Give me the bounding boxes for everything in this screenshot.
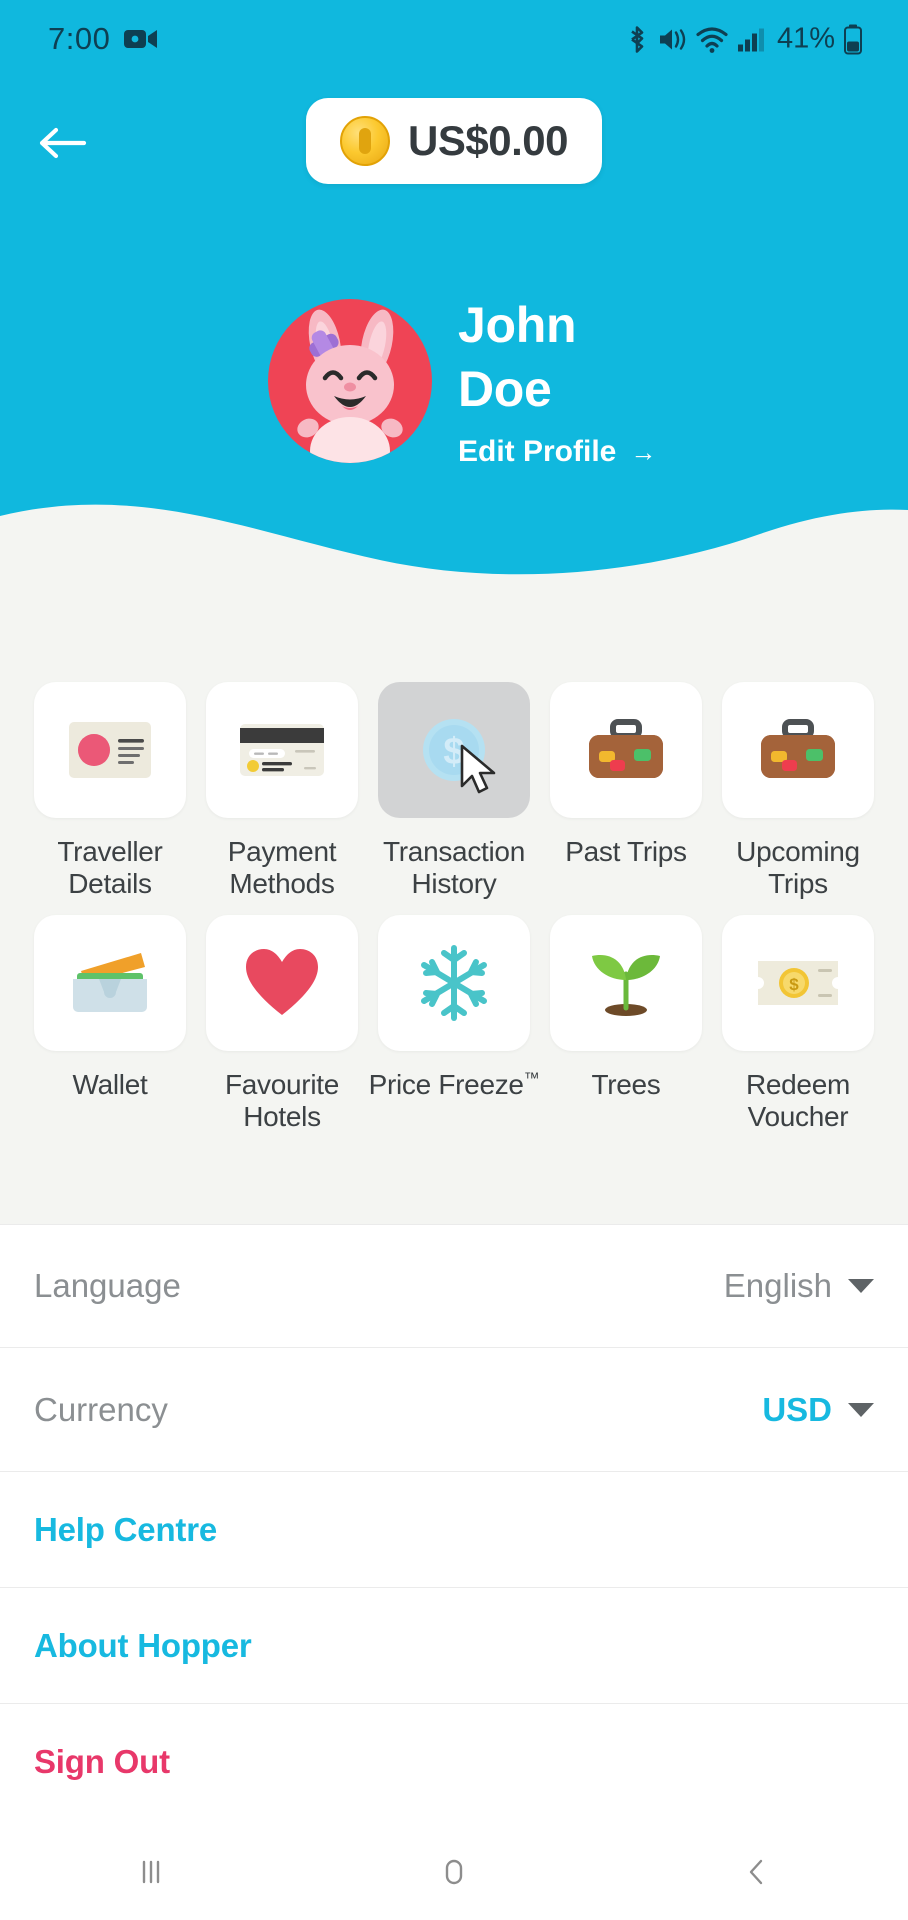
tile-label: Traveller Details [57,836,163,899]
tile-label: Wallet [72,1069,148,1101]
language-value: English [723,1267,832,1304]
video-camera-icon [124,30,158,48]
tile-price-freeze[interactable]: Price Freeze™ [368,915,540,1132]
arrow-right-icon: → [630,437,657,467]
balance-amount: US$0.00 [408,117,568,164]
tile-traveller-details[interactable]: Traveller Details [24,682,196,899]
tile-transaction-history[interactable]: $ Transaction History [368,682,540,899]
profile-header: John Doe Edit Profile → [0,266,908,496]
profile-last-name: Doe [458,361,552,417]
profile-name: John Doe [458,293,648,421]
id-card-icon [69,722,151,778]
link-label: Sign Out [34,1743,170,1780]
voucher-icon: $ [758,961,838,1006]
tile-icon-box [206,915,358,1052]
language-label: Language [34,1267,181,1304]
settings-list: Language English Currency USD Help Centr… [0,1224,908,1820]
settings-row-language[interactable]: Language English [0,1224,908,1348]
currency-label: Currency [34,1390,168,1428]
nav-back-button[interactable] [605,1824,908,1920]
status-bar: 7:00 41% [0,0,908,78]
tile-label: Price Freeze™ [369,1069,540,1101]
tile-label: Transaction History [383,836,525,899]
tile-icon-box [378,915,530,1052]
heart-icon [246,949,318,1016]
tile-trees[interactable]: Trees [540,915,712,1132]
tile-favourite-hotels[interactable]: Favourite Hotels [196,915,368,1132]
profile-first-name: John [458,297,577,353]
profile-info: John Doe Edit Profile → [458,293,656,469]
link-sign-out[interactable]: Sign Out [0,1704,908,1820]
back-chevron-icon [749,1859,762,1885]
bunny-avatar [297,309,403,463]
status-bar-right: 41% [626,23,862,56]
tile-label-text: Price Freeze [368,1069,524,1101]
edit-profile-label: Edit Profile [458,435,617,468]
status-bar-left: 7:00 [48,21,158,57]
currency-value: USD [762,1390,832,1428]
tile-payment-methods[interactable]: Payment Methods [196,682,368,899]
bluetooth-icon [631,25,644,53]
battery-percent: 41% [776,22,835,55]
suitcase-icon [761,719,835,778]
wifi-icon [696,26,728,53]
link-help-centre[interactable]: Help Centre [0,1472,908,1588]
signal-icon [737,28,764,51]
tile-label: Redeem Voucher [745,1069,851,1132]
balance-pill[interactable]: US$0.00 [306,98,602,184]
android-nav-bar [0,1824,908,1920]
home-icon [445,1859,463,1885]
link-label: About Hopper [34,1626,252,1664]
chevron-down-icon [848,1279,874,1293]
credit-card-icon [240,724,324,776]
tile-icon-box [550,682,702,818]
mouse-cursor-icon [460,744,496,794]
seedling-icon [592,955,660,1017]
tile-redeem-voucher[interactable]: $ Redeem Voucher [712,915,884,1132]
battery-icon [844,24,862,54]
tile-label: Upcoming Trips [736,836,860,899]
app-top-bar: US$0.00 [0,96,908,196]
link-about-hopper[interactable]: About Hopper [0,1588,908,1704]
settings-row-currency[interactable]: Currency USD [0,1348,908,1472]
tile-label: Favourite Hotels [224,1069,340,1132]
tile-wallet[interactable]: Wallet [24,915,196,1132]
shortcut-grid-row-2: Wallet Favourite Hotels Price Freeze™ Tr… [0,915,908,1132]
tile-icon-box: $ [722,915,874,1052]
tile-label: Trees [591,1069,661,1101]
chevron-down-icon [848,1402,874,1417]
tile-icon-box [34,915,186,1052]
shortcut-grid: Traveller Details Payment Methods $ Tran… [0,596,908,1224]
recents-icon [143,1860,160,1884]
suitcase-icon [589,719,663,778]
tile-upcoming-trips[interactable]: Upcoming Trips [712,682,884,899]
edit-profile-link[interactable]: Edit Profile → [458,435,656,469]
arrow-left-icon [39,127,87,159]
tile-icon-box [206,682,358,818]
trademark-symbol: ™ [523,1070,540,1088]
tile-icon-box [34,682,186,818]
nav-recents-button[interactable] [0,1824,303,1920]
wallet-icon [73,953,147,1013]
shortcut-grid-row-1: Traveller Details Payment Methods $ Tran… [0,682,908,899]
tile-icon-box: $ [378,682,530,818]
nav-home-button[interactable] [303,1824,606,1920]
tile-icon-box [550,915,702,1052]
tile-label: Payment Methods [227,836,337,899]
tile-label: Past Trips [565,836,687,867]
vibrate-icon [659,28,686,50]
link-label: Help Centre [34,1510,218,1548]
language-value-group[interactable]: English [724,1267,874,1305]
currency-value-group[interactable]: USD [762,1391,874,1429]
coin-icon [340,116,391,166]
back-button[interactable] [24,104,102,182]
clock: 7:00 [48,21,111,56]
app-screen: 7:00 41% US$0.00 John Doe Edit Profile →… [0,0,908,1920]
svg-text:$: $ [789,975,799,994]
avatar[interactable] [268,299,432,463]
tile-icon-box [722,682,874,818]
snowflake-icon [421,945,487,1022]
tile-past-trips[interactable]: Past Trips [540,682,712,899]
